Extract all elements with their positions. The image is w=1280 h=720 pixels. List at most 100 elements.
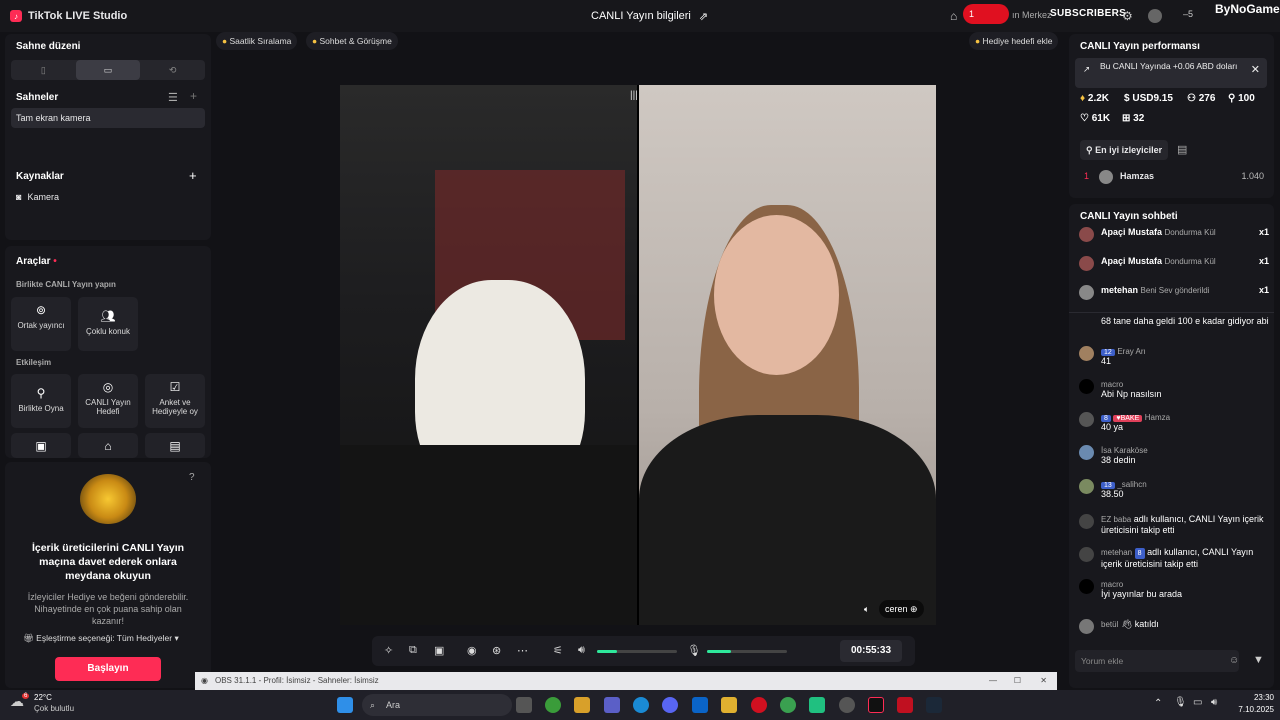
clock-time[interactable]: 23:30 xyxy=(1234,693,1274,702)
poll-icon: ☑ xyxy=(169,380,181,394)
tiktok-icon: ♪ xyxy=(10,10,22,22)
viewer-score: 1.040 xyxy=(1241,171,1264,181)
chat-title: CANLI Yayın sohbeti xyxy=(1080,211,1178,222)
emoji-icon[interactable]: ☺ xyxy=(1229,655,1239,666)
avatar xyxy=(1079,256,1094,271)
close-icon[interactable]: ✕ xyxy=(1251,65,1260,76)
teams-icon[interactable] xyxy=(604,697,620,713)
avatar xyxy=(1079,479,1094,494)
avatar[interactable] xyxy=(1148,9,1162,23)
add-source-icon[interactable]: + xyxy=(189,168,197,183)
layout-icon[interactable]: ▣ xyxy=(434,644,444,657)
tray-chevron-icon[interactable]: ⌃ xyxy=(1154,698,1162,709)
effects-icon[interactable]: ⧉ xyxy=(409,644,417,657)
hourly-ranking-chip[interactable]: ● Saatlik Sıralama xyxy=(216,32,298,50)
task-view-icon[interactable] xyxy=(516,697,532,713)
multi-guest-tool[interactable]: 👥︎ Çoklu konuk xyxy=(78,297,138,351)
tool-box-1[interactable]: ▣ xyxy=(11,433,71,458)
gift-goal-chip[interactable]: ● Hediye hedefi ekle xyxy=(969,32,1059,50)
mic-slider[interactable] xyxy=(707,650,787,653)
scene-item[interactable]: Tam ekran kamera xyxy=(11,108,205,128)
discord-icon[interactable] xyxy=(662,697,678,713)
obs-window-bar[interactable]: ◉ OBS 31.1.1 - Profil: İsimsiz - Sahnele… xyxy=(195,672,1057,690)
link-icon: ⊚ xyxy=(35,303,47,317)
opera-icon[interactable] xyxy=(751,697,767,713)
home-icon[interactable]: ⌂ xyxy=(950,9,957,23)
close-window-icon[interactable]: ✕ xyxy=(1040,672,1047,690)
minimize-icon[interactable]: — xyxy=(989,672,997,690)
mic-icon[interactable]: 🎙︎ xyxy=(687,644,701,657)
chat-call-chip[interactable]: ● Sohbet & Görüşme xyxy=(306,32,398,50)
gift-message: metehan Beni Sev gönderildi x1 xyxy=(1079,285,1269,300)
match-option-select[interactable]: 🎁︎ Eşleştirme seçeneği: Tüm Hediyeler ▾ xyxy=(23,633,179,644)
viewer-name[interactable]: Hamzas xyxy=(1120,171,1154,181)
match-promo-panel: ? İçerik üreticilerini CANLI Yayın maçın… xyxy=(5,462,211,688)
volume-icon[interactable]: 🔊︎ xyxy=(578,644,585,657)
start-button[interactable]: Başlayın xyxy=(55,657,161,681)
tiktok-taskbar-icon[interactable] xyxy=(868,697,884,713)
taskbar-search[interactable]: ⌕ Ara xyxy=(362,694,512,716)
maximize-icon[interactable]: ☐ xyxy=(1014,672,1021,690)
tool-box-2[interactable]: ⌂ xyxy=(78,433,138,458)
match-illustration xyxy=(80,474,136,524)
gift-icon: ⊞ xyxy=(1122,113,1131,124)
help-icon[interactable]: ? xyxy=(189,472,195,483)
chrome-alt-icon[interactable] xyxy=(780,697,796,713)
live-info-link[interactable]: CANLI Yayın bilgileri ⇗ xyxy=(591,10,708,23)
mic-tray-icon[interactable]: 🎙︎ xyxy=(1174,697,1187,708)
outlook-icon[interactable] xyxy=(692,697,708,713)
app-icon[interactable] xyxy=(809,697,825,713)
window-count: –5 xyxy=(1183,9,1194,19)
top-viewers-tab[interactable]: ⚲ En iyi izleyiciler xyxy=(1080,140,1169,160)
add-scene-icon[interactable]: + xyxy=(190,89,197,103)
start-icon[interactable] xyxy=(337,697,353,713)
viewers-stat: ⚇ 276 xyxy=(1187,93,1216,104)
subscribers-overlay: SUBSCRIBERS xyxy=(1050,8,1127,19)
poll-tool[interactable]: ☑ Anket ve Hediyeyle oy xyxy=(145,374,205,428)
avatar xyxy=(1079,547,1094,562)
steam-icon[interactable] xyxy=(926,697,942,713)
chrome-icon[interactable] xyxy=(545,697,561,713)
rotate-layout-button[interactable]: ⟲ xyxy=(140,60,205,80)
weather-widget[interactable]: ☁ 6 xyxy=(10,693,34,717)
bynogame-logo: ByNoGame xyxy=(1215,2,1280,16)
github-icon[interactable] xyxy=(839,697,855,713)
speaker-icon[interactable]: 🔈︎ xyxy=(864,604,869,615)
edge-icon[interactable] xyxy=(633,697,649,713)
camera-icon: ◙ xyxy=(16,192,22,202)
heart-icon: ♡ xyxy=(1080,113,1089,124)
split-handle-icon[interactable]: ||| xyxy=(630,90,638,101)
speaker-tray-icon[interactable]: 🔊︎ xyxy=(1211,697,1217,708)
box-icon: ▣ xyxy=(35,439,47,453)
send-icon[interactable]: ▼ xyxy=(1253,654,1264,666)
list-view-icon[interactable]: ▤ xyxy=(1177,143,1187,156)
avatar xyxy=(1079,346,1094,361)
record-icon[interactable]: ◉ xyxy=(467,644,477,657)
play-together-tool[interactable]: ⚲ Birlikte Oyna xyxy=(11,374,71,428)
source-item[interactable]: ◙ Kamera xyxy=(16,192,59,202)
live-goal-tool[interactable]: ◎ CANLI Yayın Hedefi xyxy=(78,374,138,428)
co-host-tool[interactable]: ⊚ Ortak yayıncı xyxy=(11,297,71,351)
network-icon[interactable]: ▭ xyxy=(1193,697,1202,708)
center-link[interactable]: ın Merkez xyxy=(1012,10,1052,20)
chat-message: betül 👋︎ katıldı xyxy=(1079,619,1269,634)
comment-input[interactable]: Yorum ekle xyxy=(1075,650,1239,672)
folder-icon[interactable] xyxy=(574,697,590,713)
explorer-icon[interactable] xyxy=(721,697,737,713)
chat-message: 8 ♥BAKE Hamza 40 ya xyxy=(1079,412,1269,432)
youtube-icon[interactable] xyxy=(897,697,913,713)
settings-icon[interactable]: ⚙ xyxy=(1122,9,1133,23)
list-icon[interactable]: ☰ xyxy=(168,91,178,104)
mixer-icon[interactable]: ⚟ xyxy=(553,644,563,657)
magic-icon[interactable]: ✧ xyxy=(384,644,393,657)
tool-box-3[interactable]: ▤ xyxy=(145,433,205,458)
tools-panel: Araçlar • Birlikte CANLI Yayın yapın ⊚ Or… xyxy=(5,246,211,458)
clock-date[interactable]: 7.10.2025 xyxy=(1224,705,1274,714)
camera-switch-icon[interactable]: ⊛ xyxy=(492,644,501,657)
portrait-layout-button[interactable]: ▯ xyxy=(11,60,76,80)
landscape-layout-button[interactable]: ▭ xyxy=(75,60,141,80)
obs-title: OBS 31.1.1 - Profil: İsimsiz - Sahneler:… xyxy=(215,676,379,685)
guest-tag[interactable]: ceren ⊕ xyxy=(879,600,924,618)
volume-slider[interactable] xyxy=(597,650,677,653)
more-icon[interactable]: ⋯ xyxy=(517,644,528,657)
